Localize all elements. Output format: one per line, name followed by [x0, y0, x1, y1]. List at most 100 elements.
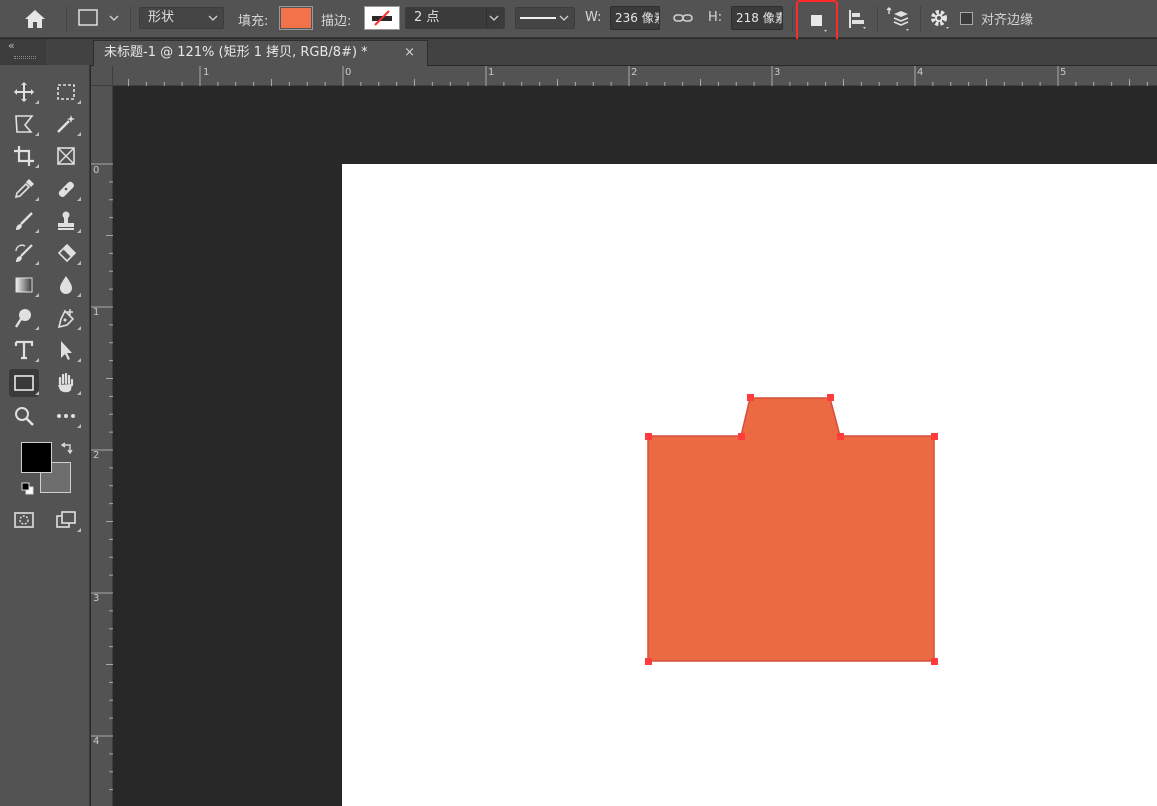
dodge-tool[interactable] — [9, 304, 39, 332]
zoom-tool[interactable] — [9, 402, 39, 430]
more-icon — [57, 414, 75, 418]
eraser-tool[interactable] — [51, 239, 81, 267]
rectangle-preset-icon — [78, 9, 119, 26]
fill-color — [281, 8, 311, 28]
quick-mask-button[interactable] — [9, 506, 39, 534]
swap-arrows-icon — [60, 442, 73, 455]
height-value: 218 像素 — [736, 11, 783, 25]
align-edges-label: 对齐边缘 — [981, 13, 1034, 28]
rect-marquee-icon — [57, 84, 75, 100]
gradient-tool[interactable] — [9, 271, 39, 299]
crop-icon — [14, 146, 34, 166]
ruler-label: 1 — [488, 67, 495, 78]
quick-mask-icon — [14, 512, 34, 528]
foreground-color-swatch[interactable] — [21, 442, 52, 473]
document-title: 未标题-1 @ 121% (矩形 1 拷贝, RGB/8#) * — [104, 45, 368, 60]
magic-wand-tool[interactable] — [51, 110, 81, 138]
grip-icon — [14, 56, 36, 59]
close-tab-button[interactable]: × — [404, 41, 415, 65]
separator — [66, 6, 67, 32]
separator — [877, 6, 878, 32]
height-input[interactable]: 218 像素 — [731, 6, 783, 30]
ruler-label: 0 — [93, 165, 100, 176]
separator — [920, 6, 921, 32]
type-tool[interactable] — [9, 336, 39, 364]
anchor-point[interactable] — [837, 433, 844, 440]
document-tab[interactable]: 未标题-1 @ 121% (矩形 1 拷贝, RGB/8#) * × — [93, 40, 428, 66]
width-value: 236 像素 — [615, 11, 659, 25]
width-input[interactable]: 236 像素 — [610, 6, 660, 30]
marquee-tool[interactable] — [51, 78, 81, 106]
align-edges-checkbox[interactable] — [960, 12, 973, 25]
crop-tool[interactable] — [9, 142, 39, 170]
history-brush-tool[interactable] — [9, 239, 39, 267]
pen-icon — [57, 309, 75, 329]
separator — [792, 6, 793, 32]
screen-mode-button[interactable] — [51, 506, 81, 534]
zoom-icon — [15, 407, 34, 426]
collapse-icon: « — [8, 39, 15, 52]
ruler-corner[interactable] — [91, 66, 113, 86]
swap-colors-button[interactable] — [60, 442, 74, 456]
anchor-point[interactable] — [645, 433, 652, 440]
magic-wand-icon — [57, 115, 75, 133]
path-alignment-button[interactable] — [846, 7, 870, 31]
anchor-point[interactable] — [747, 394, 754, 401]
blur-tool[interactable] — [51, 271, 81, 299]
fill-label: 填充: — [238, 14, 269, 29]
path-select-tool[interactable] — [51, 336, 81, 364]
chevron-down-icon — [559, 15, 569, 21]
stamp-tool[interactable] — [51, 207, 81, 235]
stroke-width-field[interactable]: 2 点 — [405, 7, 505, 29]
move-tool[interactable] — [9, 78, 39, 106]
more-tools[interactable] — [51, 402, 81, 430]
anchor-point[interactable] — [931, 433, 938, 440]
ruler-label: 4 — [917, 67, 924, 78]
ruler-label: 0 — [345, 67, 352, 78]
brush-tool[interactable] — [9, 207, 39, 235]
anchor-point[interactable] — [931, 658, 938, 665]
tool-mode-dropdown[interactable]: 形状 — [139, 7, 224, 29]
screen-mode-icon — [56, 511, 76, 528]
no-stroke-icon — [372, 10, 392, 26]
tool-preset-picker[interactable] — [76, 7, 122, 29]
link-dimensions-button[interactable] — [672, 9, 694, 27]
default-colors-button[interactable] — [21, 482, 35, 496]
ruler-label: 1 — [203, 67, 210, 78]
bandage-icon — [58, 181, 74, 197]
toolbar-header[interactable]: « — [0, 39, 46, 65]
anchor-point[interactable] — [738, 433, 745, 440]
chevron-down-icon — [489, 15, 499, 21]
arrange-layers-icon — [886, 7, 909, 31]
pen-tool[interactable] — [51, 304, 81, 332]
ruler-label: 3 — [93, 593, 100, 604]
brush-icon — [16, 212, 33, 230]
eyedropper-tool[interactable] — [9, 175, 39, 203]
vertical-ruler[interactable]: 0 1 2 3 4 — [91, 86, 113, 806]
eyedropper-icon — [14, 179, 34, 199]
frame-tool[interactable] — [51, 142, 81, 170]
stroke-type-dropdown[interactable] — [515, 7, 575, 29]
height-label: H: — [708, 10, 723, 25]
horizontal-ruler[interactable]: 1 0 1 2 3 4 5 — [113, 66, 1157, 86]
divider — [486, 8, 487, 28]
chevron-down-icon — [208, 15, 218, 21]
path-arrangement-button[interactable] — [885, 6, 911, 32]
lasso-tool[interactable] — [9, 110, 39, 138]
ruler-label: 2 — [93, 450, 100, 461]
anchor-point[interactable] — [645, 658, 652, 665]
home-button[interactable] — [22, 8, 48, 30]
shape-layer[interactable] — [647, 397, 935, 662]
stamp-icon — [58, 211, 74, 230]
hand-tool[interactable] — [51, 369, 81, 397]
rectangle-tool[interactable] — [9, 369, 39, 397]
stroke-swatch[interactable] — [364, 6, 400, 30]
path-operations-button[interactable] — [796, 0, 838, 42]
stroke-width-value: 2 点 — [414, 10, 440, 25]
frame-icon — [57, 147, 75, 165]
anchor-point[interactable] — [827, 394, 834, 401]
healing-tool[interactable] — [51, 175, 81, 203]
default-colors-icon — [21, 482, 34, 495]
fill-swatch[interactable] — [279, 6, 313, 30]
settings-button[interactable] — [928, 7, 952, 31]
